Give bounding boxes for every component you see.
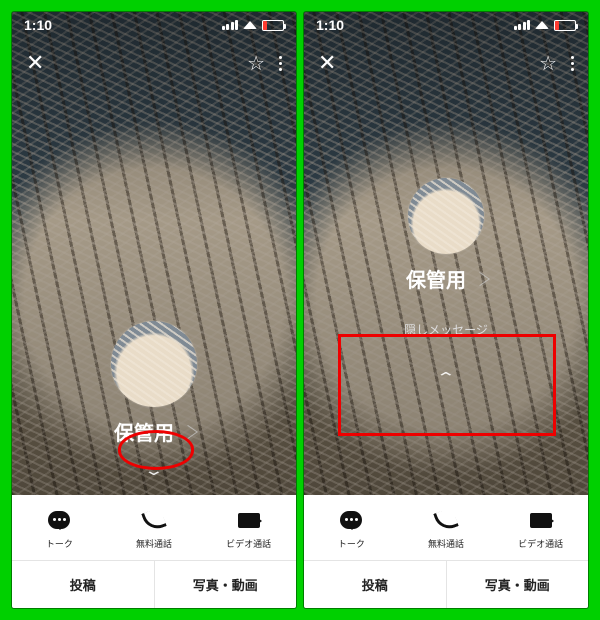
talk-button[interactable]: トーク [12, 509, 107, 550]
chat-icon [48, 511, 70, 529]
action-bar: トーク 無料通話 ビデオ通話 [304, 495, 588, 560]
chat-icon [340, 511, 362, 529]
more-menu-icon[interactable] [571, 56, 574, 71]
edit-name-icon[interactable] [470, 272, 490, 286]
tab-posts[interactable]: 投稿 [304, 561, 446, 608]
phone-screenshot-right: 1:10 ✕ ☆ 保管用 隠しメッセージ ⌄ トーク 無料通話 [304, 12, 588, 608]
talk-label: トーク [46, 537, 73, 550]
phone-screenshot-left: 1:10 ✕ ☆ 保管用 ⌄ トーク 無料通話 ビ [12, 12, 296, 608]
video-call-button[interactable]: ビデオ通話 [493, 509, 588, 550]
close-icon[interactable]: ✕ [318, 50, 336, 76]
tab-bar: 投稿 写真・動画 [304, 560, 588, 608]
tab-bar: 投稿 写真・動画 [12, 560, 296, 608]
status-bar: 1:10 [304, 12, 588, 38]
action-bar: トーク 無料通話 ビデオ通話 [12, 495, 296, 560]
avatar[interactable] [408, 178, 484, 254]
status-bar: 1:10 [12, 12, 296, 38]
annotation-highlight-rect [338, 334, 556, 436]
wifi-icon [243, 21, 257, 29]
top-bar: ✕ ☆ [304, 38, 588, 76]
battery-low-icon [262, 20, 284, 31]
phone-icon [433, 507, 459, 533]
video-icon [530, 513, 552, 528]
talk-button[interactable]: トーク [304, 509, 399, 550]
video-icon [238, 513, 260, 528]
signal-icon [222, 20, 239, 30]
favorite-star-icon[interactable]: ☆ [539, 51, 557, 76]
tab-posts[interactable]: 投稿 [12, 561, 154, 608]
talk-label: トーク [338, 537, 365, 550]
battery-low-icon [554, 20, 576, 31]
status-time: 1:10 [316, 17, 344, 33]
annotation-highlight-oval [118, 430, 194, 470]
close-icon[interactable]: ✕ [26, 50, 44, 76]
video-call-label: ビデオ通話 [226, 537, 271, 550]
phone-icon [141, 507, 167, 533]
wifi-icon [535, 21, 549, 29]
top-bar: ✕ ☆ [12, 38, 296, 76]
avatar[interactable] [111, 321, 197, 407]
tab-media[interactable]: 写真・動画 [154, 561, 297, 608]
video-call-label: ビデオ通話 [518, 537, 563, 550]
tab-media[interactable]: 写真・動画 [446, 561, 589, 608]
more-menu-icon[interactable] [279, 56, 282, 71]
profile-name: 保管用 [406, 264, 466, 293]
status-time: 1:10 [24, 17, 52, 33]
voice-call-label: 無料通話 [136, 537, 172, 550]
voice-call-button[interactable]: 無料通話 [107, 509, 202, 550]
favorite-star-icon[interactable]: ☆ [247, 51, 265, 76]
voice-call-label: 無料通話 [428, 537, 464, 550]
voice-call-button[interactable]: 無料通話 [399, 509, 494, 550]
signal-icon [514, 20, 531, 30]
video-call-button[interactable]: ビデオ通話 [201, 509, 296, 550]
